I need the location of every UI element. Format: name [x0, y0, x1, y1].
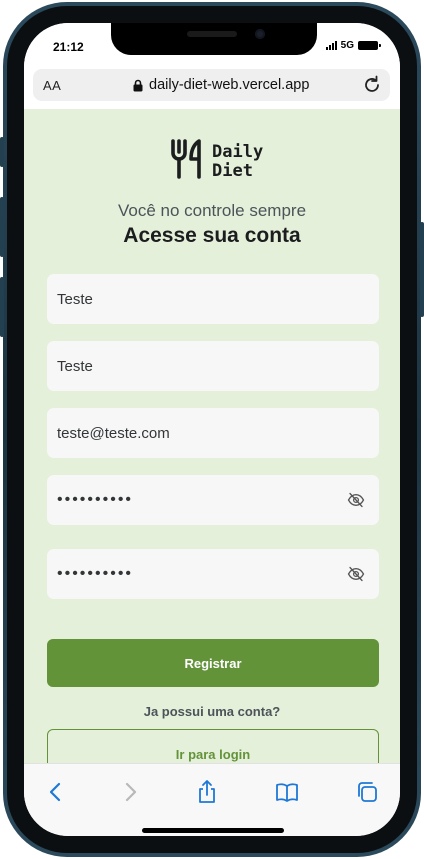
- password-field[interactable]: ••••••••••: [47, 475, 379, 525]
- bookmarks-icon[interactable]: [273, 778, 301, 806]
- url-display[interactable]: daily-diet-web.vercel.app: [133, 77, 309, 93]
- network-label: 5G: [340, 40, 354, 51]
- logo-text: Daily Diet: [212, 141, 264, 181]
- text-size-button[interactable]: AA: [43, 78, 61, 93]
- logo-line-1: Daily: [212, 141, 264, 162]
- email-field-value: teste@teste.com: [57, 424, 170, 442]
- phone-bezel: 21:12 5G AA daily-diet-web.vercel.app Da…: [7, 6, 417, 853]
- home-indicator[interactable]: [142, 828, 284, 833]
- eye-off-icon[interactable]: [347, 491, 365, 509]
- speaker: [187, 31, 237, 37]
- share-icon[interactable]: [193, 778, 221, 806]
- tabs-icon[interactable]: [353, 778, 381, 806]
- front-camera: [255, 29, 265, 39]
- last-name-field-value: Teste: [57, 357, 93, 375]
- signal-icon: [325, 41, 337, 50]
- status-time: 21:12: [53, 40, 84, 54]
- volume-down-button: [0, 277, 4, 337]
- phone-frame: 21:12 5G AA daily-diet-web.vercel.app Da…: [0, 2, 424, 857]
- app-logo: Daily Diet: [170, 139, 263, 184]
- phone-screen: 21:12 5G AA daily-diet-web.vercel.app Da…: [24, 23, 400, 836]
- battery-icon: [358, 41, 381, 50]
- notch: [111, 23, 317, 55]
- page-title: Acesse sua conta: [123, 224, 301, 247]
- power-button: [420, 222, 424, 317]
- status-bar: 21:12 5G: [24, 23, 400, 69]
- eye-off-icon[interactable]: [347, 565, 365, 583]
- page-subtitle: Você no controle sempre: [117, 201, 307, 220]
- logo-line-2: Diet: [212, 160, 253, 181]
- fork-knife-icon: [170, 139, 204, 184]
- register-button[interactable]: Registrar: [47, 639, 379, 687]
- back-icon[interactable]: [42, 778, 70, 806]
- status-indicators: 5G: [325, 40, 381, 51]
- browser-toolbar: [24, 763, 400, 836]
- lock-icon: [133, 79, 143, 92]
- password-field-value: ••••••••••: [57, 491, 134, 508]
- email-field[interactable]: teste@teste.com: [47, 408, 379, 458]
- confirm-password-field-value: ••••••••••: [57, 565, 134, 582]
- url-text: daily-diet-web.vercel.app: [149, 77, 310, 93]
- forward-icon[interactable]: [116, 778, 144, 806]
- name-field[interactable]: Teste: [47, 274, 379, 324]
- volume-up-button: [0, 197, 4, 257]
- has-account-text: Ja possui uma conta?: [143, 704, 281, 719]
- page-content: Daily Diet Você no controle sempre Acess…: [24, 109, 400, 763]
- last-name-field[interactable]: Teste: [47, 341, 379, 391]
- go-to-login-button[interactable]: Ir para login: [47, 729, 379, 763]
- name-field-value: Teste: [57, 290, 93, 308]
- mute-switch: [0, 137, 4, 167]
- address-bar[interactable]: AA daily-diet-web.vercel.app: [33, 69, 390, 101]
- confirm-password-field[interactable]: ••••••••••: [47, 549, 379, 599]
- reload-icon[interactable]: [360, 73, 384, 97]
